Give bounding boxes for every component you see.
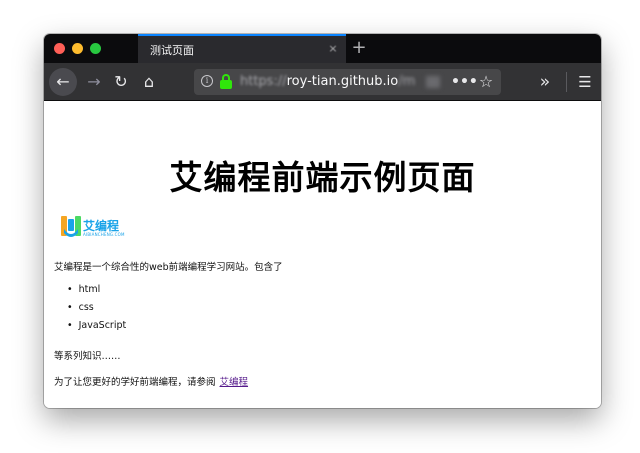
forward-button[interactable]: → (80, 68, 108, 96)
title-bar: 测试页面 × + (44, 34, 601, 63)
list-item: html (67, 281, 126, 299)
close-tab-icon[interactable]: × (326, 42, 340, 56)
back-button[interactable]: ← (49, 68, 77, 96)
new-tab-icon[interactable]: + (348, 37, 370, 59)
browser-window: 测试页面 × + ← → ↻ ⌂ i https://roy-tian.gith… (44, 34, 601, 408)
refer-text: 为了让您更好的学好前端编程，请参阅 (54, 377, 216, 388)
hamburger-menu-icon[interactable]: ☰ (572, 68, 598, 96)
reload-button[interactable]: ↻ (107, 68, 135, 96)
more-paragraph: 等系列知识…… (54, 351, 121, 362)
url-bar[interactable]: i https://roy-tian.github.io/m ••• ☆ (194, 69, 501, 95)
url-text[interactable]: https://roy-tian.github.io/m (240, 74, 415, 89)
bookmark-star-icon[interactable]: ☆ (476, 72, 496, 92)
site-info-icon[interactable]: i (201, 75, 213, 87)
url-scheme: https:// (240, 74, 287, 89)
tab-active[interactable]: 测试页面 × (138, 34, 346, 63)
list-item: css (67, 299, 126, 317)
tech-list: html css JavaScript (67, 281, 127, 335)
refer-link[interactable]: 艾编程 (220, 377, 249, 388)
site-logo: 艾编程 AIBIANCHENG.COM (60, 215, 130, 241)
tab-title: 测试页面 (150, 44, 194, 57)
toolbar-divider (566, 72, 567, 92)
close-window-button[interactable] (54, 43, 65, 54)
blurred-icon (426, 76, 440, 88)
page-actions-icon[interactable]: ••• (451, 73, 478, 91)
nav-toolbar: ← → ↻ ⌂ i https://roy-tian.github.io/m •… (44, 63, 601, 101)
zoom-window-button[interactable] (90, 43, 101, 54)
home-button[interactable]: ⌂ (135, 68, 163, 96)
overflow-menu-icon[interactable]: » (533, 68, 557, 96)
url-host: roy-tian.github.io (286, 74, 399, 89)
intro-paragraph: 艾编程是一个综合性的web前端编程学习网站。包含了 (54, 262, 283, 273)
page-title: 艾编程前端示例页面 (169, 158, 476, 197)
minimize-window-button[interactable] (72, 43, 83, 54)
lock-icon[interactable] (220, 74, 232, 89)
page-content: 艾编程前端示例页面 艾编程 AIBIANCHENG.COM 艾编程是一个综合性的… (44, 101, 601, 408)
logo-icon (61, 216, 81, 237)
url-path: /m (398, 74, 416, 89)
refer-paragraph: 为了让您更好的学好前端编程，请参阅 艾编程 (54, 374, 248, 388)
list-item: JavaScript (67, 317, 127, 335)
logo-subtext: AIBIANCHENG.COM (83, 232, 125, 237)
